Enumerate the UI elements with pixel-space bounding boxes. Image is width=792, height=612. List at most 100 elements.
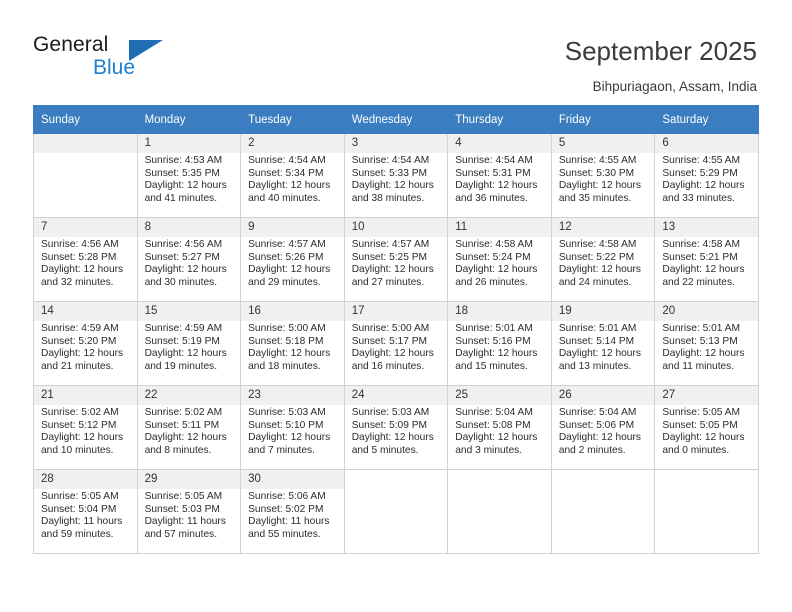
calendar-day-cell[interactable]: 4 Sunrise: 4:54 AM Sunset: 5:31 PM Daylight…: [447, 133, 552, 218]
sunset-text: Sunset: 5:14 PM: [558, 335, 635, 347]
sunset-text: Sunset: 5:16 PM: [455, 335, 531, 347]
daylight-text-line2: and 33 minutes.: [662, 192, 735, 204]
calendar-week-row: 21 Sunrise: 5:02 AM Sunset: 5:12 PM Dayligh…: [33, 385, 759, 470]
calendar-day-cell[interactable]: 23 Sunrise: 5:03 AM Sunset: 5:10 PM Dayligh…: [240, 385, 345, 470]
sunrise-text: Sunrise: 5:06 AM: [248, 491, 326, 502]
page-title: September 2025: [564, 36, 757, 66]
daylight-text-line1: Daylight: 12 hours: [662, 180, 745, 192]
calendar-day-cell[interactable]: 8 Sunrise: 4:56 AM Sunset: 5:27 PM Daylight…: [136, 217, 242, 302]
day-details: Sunrise: 5:05 AM Sunset: 5:03 PM Daylight:…: [138, 489, 241, 541]
daylight-text-line2: and 57 minutes.: [144, 528, 218, 540]
calendar-day-cell[interactable]: 5 Sunrise: 4:55 AM Sunset: 5:30 PM Daylight…: [550, 133, 656, 218]
day-details: Sunrise: 4:56 AM Sunset: 5:27 PM Daylight:…: [138, 237, 241, 289]
calendar-day-cell[interactable]: 9 Sunrise: 4:57 AM Sunset: 5:26 PM Daylight…: [240, 217, 345, 302]
daylight-text-line2: and 15 minutes.: [455, 360, 528, 372]
daylight-text-line2: and 21 minutes.: [41, 360, 114, 372]
day-number: 29: [137, 470, 241, 489]
day-details: Sunrise: 5:01 AM Sunset: 5:13 PM Daylight:…: [655, 321, 758, 373]
calendar-day-cell[interactable]: 16 Sunrise: 5:00 AM Sunset: 5:18 PM Dayligh…: [240, 301, 345, 386]
day-number: 3: [344, 134, 448, 153]
day-details: Sunrise: 5:00 AM Sunset: 5:17 PM Daylight:…: [345, 321, 448, 373]
sunset-text: Sunset: 5:20 PM: [41, 335, 117, 347]
daylight-text-line2: and 36 minutes.: [455, 192, 528, 204]
calendar-day-cell[interactable]: 10 Sunrise: 4:57 AM Sunset: 5:25 PM Dayligh…: [343, 217, 449, 302]
sunset-text: Sunset: 5:02 PM: [248, 503, 324, 515]
day-number: 24: [344, 386, 448, 405]
sunset-text: Sunset: 5:13 PM: [662, 335, 738, 347]
day-number: 11: [448, 218, 551, 237]
calendar-day-cell[interactable]: 20 Sunrise: 5:01 AM Sunset: 5:13 PM Dayligh…: [654, 301, 759, 386]
sunset-text: Sunset: 5:05 PM: [662, 419, 738, 431]
daylight-text-line2: and 26 minutes.: [455, 276, 528, 288]
calendar-day-cell[interactable]: 11 Sunrise: 4:58 AM Sunset: 5:24 PM Dayligh…: [447, 217, 552, 302]
sunrise-text: Sunrise: 5:01 AM: [662, 323, 740, 334]
day-details: Sunrise: 5:06 AM Sunset: 5:02 PM Daylight:…: [241, 489, 344, 541]
daylight-text-line2: and 19 minutes.: [144, 360, 218, 372]
calendar-day-cell[interactable]: 12 Sunrise: 4:58 AM Sunset: 5:22 PM Dayligh…: [550, 217, 656, 302]
daylight-text-line2: and 8 minutes.: [144, 444, 212, 456]
calendar-day-cell[interactable]: 3 Sunrise: 4:54 AM Sunset: 5:33 PM Daylight…: [343, 133, 449, 218]
day-details: Sunrise: 4:54 AM Sunset: 5:33 PM Daylight:…: [345, 153, 448, 205]
sunset-text: Sunset: 5:28 PM: [41, 251, 117, 263]
daylight-text-line2: and 41 minutes.: [144, 192, 218, 204]
daylight-text-line1: Daylight: 12 hours: [351, 180, 434, 192]
calendar-day-cell[interactable]: 15 Sunrise: 4:59 AM Sunset: 5:19 PM Dayligh…: [136, 301, 242, 386]
sunset-text: Sunset: 5:31 PM: [455, 167, 531, 179]
calendar-day-cell[interactable]: 27 Sunrise: 5:05 AM Sunset: 5:05 PM Dayligh…: [654, 385, 759, 470]
calendar-day-cell[interactable]: 29 Sunrise: 5:05 AM Sunset: 5:03 PM Dayligh…: [136, 469, 242, 554]
sunset-text: Sunset: 5:18 PM: [248, 335, 324, 347]
calendar-day-cell[interactable]: 13 Sunrise: 4:58 AM Sunset: 5:21 PM Dayligh…: [654, 217, 759, 302]
calendar-day-cell[interactable]: 19 Sunrise: 5:01 AM Sunset: 5:14 PM Dayligh…: [550, 301, 656, 386]
calendar-day-cell[interactable]: 6 Sunrise: 4:55 AM Sunset: 5:29 PM Daylight…: [654, 133, 759, 218]
day-number: 26: [551, 386, 655, 405]
calendar-day-cell[interactable]: 17 Sunrise: 5:00 AM Sunset: 5:17 PM Dayligh…: [343, 301, 449, 386]
sunrise-text: Sunrise: 5:04 AM: [455, 407, 533, 418]
day-details: Sunrise: 5:01 AM Sunset: 5:14 PM Daylight:…: [552, 321, 655, 373]
day-details: Sunrise: 4:56 AM Sunset: 5:28 PM Daylight:…: [34, 237, 137, 289]
day-number: 10: [344, 218, 448, 237]
daylight-text-line1: Daylight: 12 hours: [662, 432, 745, 444]
sunrise-text: Sunrise: 5:05 AM: [662, 407, 740, 418]
calendar-day-cell[interactable]: 18 Sunrise: 5:01 AM Sunset: 5:16 PM Dayligh…: [447, 301, 552, 386]
calendar-day-cell[interactable]: 30 Sunrise: 5:06 AM Sunset: 5:02 PM Dayligh…: [240, 469, 345, 554]
calendar-day-cell[interactable]: 26 Sunrise: 5:04 AM Sunset: 5:06 PM Dayligh…: [550, 385, 656, 470]
daylight-text-line1: Daylight: 12 hours: [41, 432, 124, 444]
daylight-text-line1: Daylight: 12 hours: [662, 264, 745, 276]
sunrise-text: Sunrise: 5:03 AM: [248, 407, 326, 418]
sunset-text: Sunset: 5:08 PM: [455, 419, 531, 431]
calendar-day-cell[interactable]: 22 Sunrise: 5:02 AM Sunset: 5:11 PM Dayligh…: [136, 385, 242, 470]
sunrise-text: Sunrise: 5:05 AM: [41, 491, 119, 502]
sunrise-text: Sunrise: 5:00 AM: [351, 323, 430, 334]
daylight-text-line1: Daylight: 11 hours: [41, 516, 123, 528]
calendar-day-cell[interactable]: 1 Sunrise: 4:53 AM Sunset: 5:35 PM Daylight…: [136, 133, 242, 218]
day-details: Sunrise: 5:04 AM Sunset: 5:08 PM Daylight:…: [448, 405, 551, 457]
day-number: 13: [655, 218, 758, 237]
day-number: 15: [137, 302, 241, 321]
day-details: Sunrise: 5:04 AM Sunset: 5:06 PM Daylight:…: [552, 405, 655, 457]
sunrise-text: Sunrise: 4:58 AM: [455, 239, 533, 250]
daylight-text-line2: and 18 minutes.: [248, 360, 321, 372]
day-number: 23: [241, 386, 344, 405]
daylight-text-line2: and 11 minutes.: [662, 360, 735, 372]
general-blue-logo[interactable]: General Blue: [33, 33, 213, 85]
daylight-text-line1: Daylight: 12 hours: [248, 432, 331, 444]
calendar-day-cell[interactable]: 25 Sunrise: 5:04 AM Sunset: 5:08 PM Dayligh…: [447, 385, 552, 470]
day-details: Sunrise: 4:57 AM Sunset: 5:26 PM Daylight:…: [241, 237, 344, 289]
sunset-text: Sunset: 5:27 PM: [144, 251, 220, 263]
calendar-week-row: 14 Sunrise: 4:59 AM Sunset: 5:20 PM Dayligh…: [33, 301, 759, 386]
daylight-text-line1: Daylight: 12 hours: [662, 348, 745, 360]
weekday-header-monday: Monday: [136, 105, 242, 134]
daylight-text-line1: Daylight: 12 hours: [455, 432, 538, 444]
calendar-day-cell[interactable]: 7 Sunrise: 4:56 AM Sunset: 5:28 PM Daylight…: [33, 217, 138, 302]
daylight-text-line1: Daylight: 12 hours: [248, 264, 331, 276]
calendar-day-cell[interactable]: 21 Sunrise: 5:02 AM Sunset: 5:12 PM Dayligh…: [33, 385, 138, 470]
weekday-header-wednesday: Wednesday: [343, 105, 449, 134]
sunrise-text: Sunrise: 4:57 AM: [248, 239, 326, 250]
calendar-day-cell[interactable]: 24 Sunrise: 5:03 AM Sunset: 5:09 PM Dayligh…: [343, 385, 449, 470]
day-number: 20: [655, 302, 758, 321]
calendar-day-cell[interactable]: 2 Sunrise: 4:54 AM Sunset: 5:34 PM Daylight…: [240, 133, 345, 218]
calendar-day-cell[interactable]: 28 Sunrise: 5:05 AM Sunset: 5:04 PM Dayligh…: [33, 469, 138, 554]
calendar-day-cell[interactable]: 14 Sunrise: 4:59 AM Sunset: 5:20 PM Dayligh…: [33, 301, 138, 386]
day-details: Sunrise: 4:58 AM Sunset: 5:22 PM Daylight:…: [552, 237, 655, 289]
daylight-text-line2: and 10 minutes.: [41, 444, 114, 456]
